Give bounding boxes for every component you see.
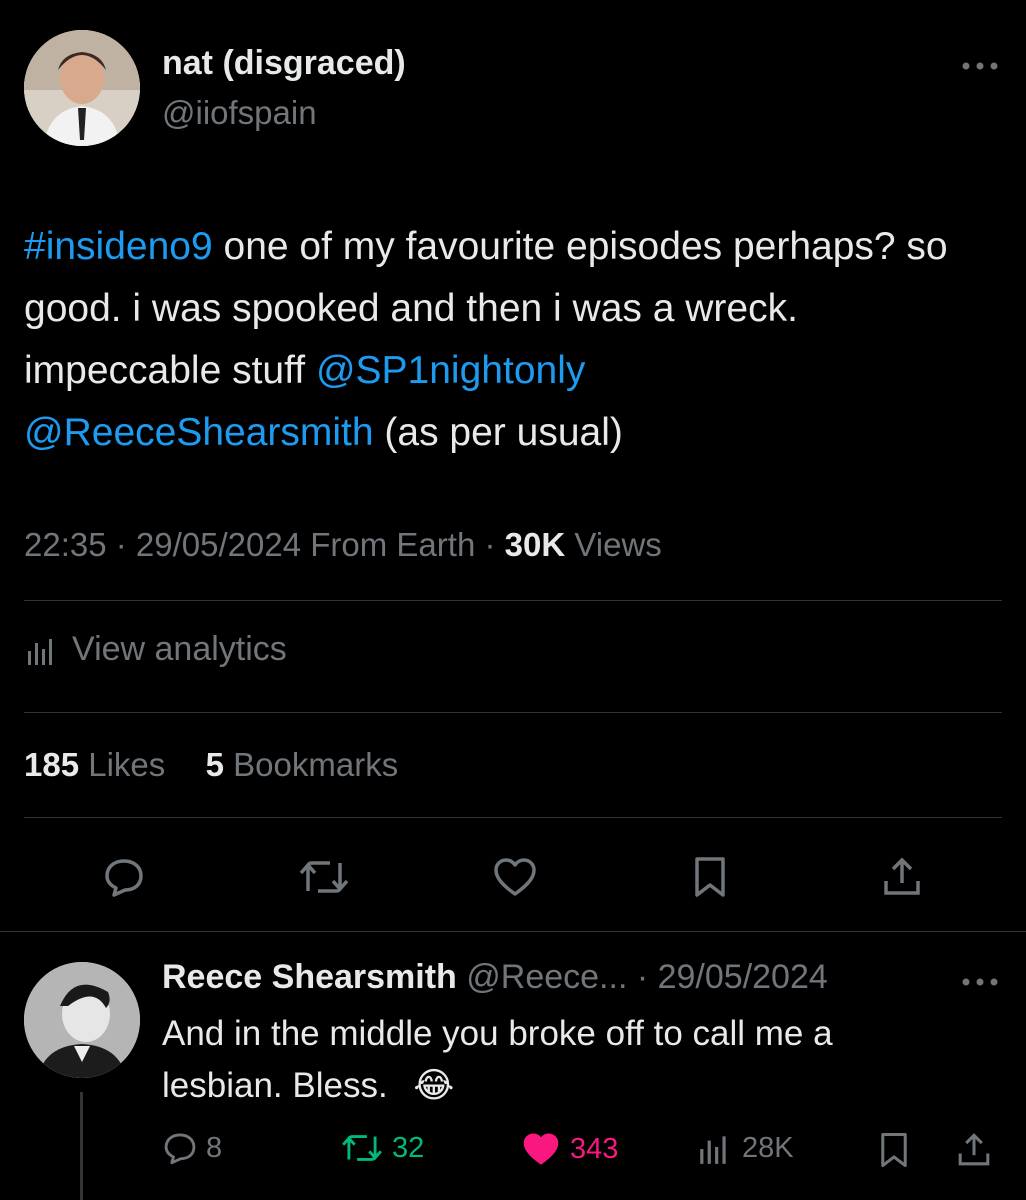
bookmark-icon — [878, 1131, 910, 1169]
share-icon — [955, 1131, 993, 1169]
view-analytics-button[interactable]: View analytics — [24, 630, 287, 669]
separator: · — [106, 526, 136, 563]
divider — [24, 817, 1002, 818]
view-analytics-label: View analytics — [72, 630, 287, 668]
thread-line — [80, 1092, 83, 1200]
mention-link[interactable]: @SP1nightonly — [316, 349, 585, 392]
views-icon — [696, 1130, 732, 1166]
retweet-count: 32 — [392, 1131, 425, 1164]
bookmarks-label: Bookmarks — [223, 746, 399, 783]
reply-avatar[interactable] — [24, 962, 140, 1078]
more-icon[interactable] — [958, 56, 1002, 76]
tweet-stats: 185 Likes 5 Bookmarks — [24, 746, 398, 784]
avatar[interactable] — [24, 30, 140, 146]
reply-share-button[interactable] — [954, 1130, 994, 1170]
reply-icon — [102, 855, 146, 899]
reply-icon — [162, 1130, 198, 1166]
reply-button[interactable] — [100, 853, 148, 901]
like-button[interactable] — [490, 853, 540, 901]
bookmarks-count: 5 — [205, 746, 224, 783]
tweet-meta: 22:35 · 29/05/2024 From Earth · 30K View… — [24, 526, 662, 564]
reply-text-content: And in the middle you broke off to call … — [162, 1014, 833, 1105]
reply-count: 8 — [206, 1131, 223, 1164]
tweet-time[interactable]: 22:35 — [24, 526, 107, 563]
mention-link[interactable]: @ReeceShearsmith — [24, 411, 374, 454]
likes-count: 185 — [24, 746, 80, 783]
bookmarks-stat[interactable]: 5 Bookmarks — [206, 746, 399, 783]
likes-stat[interactable]: 185 Likes — [24, 746, 165, 783]
reply-like-button[interactable]: 343 — [520, 1130, 618, 1168]
hashtag-link[interactable]: #insideno9 — [24, 225, 213, 268]
laughing-emoji: 😂 — [413, 1066, 455, 1105]
separator: · — [475, 526, 505, 563]
handle[interactable]: @iiofspain — [162, 94, 317, 132]
reply-views-button[interactable]: 28K — [696, 1130, 794, 1166]
reply-text: And in the middle you broke off to call … — [162, 1008, 962, 1112]
views-count: 30K — [504, 526, 566, 563]
likes-label: Likes — [79, 746, 166, 783]
retweet-button[interactable] — [296, 853, 352, 901]
divider — [24, 600, 1002, 601]
share-icon — [880, 855, 924, 899]
bookmark-button[interactable] — [688, 853, 732, 901]
retweet-icon — [298, 855, 350, 899]
tweet-date[interactable]: 29/05/2024 — [136, 526, 301, 563]
analytics-icon — [24, 633, 58, 667]
tweet-source: From Earth — [301, 526, 476, 563]
divider — [24, 712, 1002, 713]
like-icon — [491, 855, 539, 899]
like-count: 343 — [570, 1132, 619, 1165]
bookmark-icon — [692, 855, 728, 899]
retweet-icon — [340, 1130, 384, 1166]
reply-reply-button[interactable]: 8 — [162, 1130, 222, 1166]
divider — [0, 931, 1026, 932]
display-name[interactable]: nat (disgraced) — [162, 44, 406, 83]
reply-display-name[interactable]: Reece Shearsmith — [162, 958, 457, 996]
like-icon — [520, 1130, 562, 1168]
reply-handle-date[interactable]: @Reece... · 29/05/2024 — [457, 958, 828, 996]
reply-header: Reece Shearsmith @Reece... · 29/05/2024 — [162, 958, 828, 997]
reply-bookmark-button[interactable] — [876, 1130, 912, 1170]
tweet-text-part: (as per usual) — [373, 411, 623, 454]
tweet-text: #insideno9 one of my favourite episodes … — [24, 216, 1004, 464]
views-label: Views — [565, 526, 662, 563]
reply-more-icon[interactable] — [958, 972, 1002, 992]
views-count-reply: 28K — [742, 1131, 794, 1164]
share-button[interactable] — [878, 853, 926, 901]
reply-retweet-button[interactable]: 32 — [340, 1130, 424, 1166]
